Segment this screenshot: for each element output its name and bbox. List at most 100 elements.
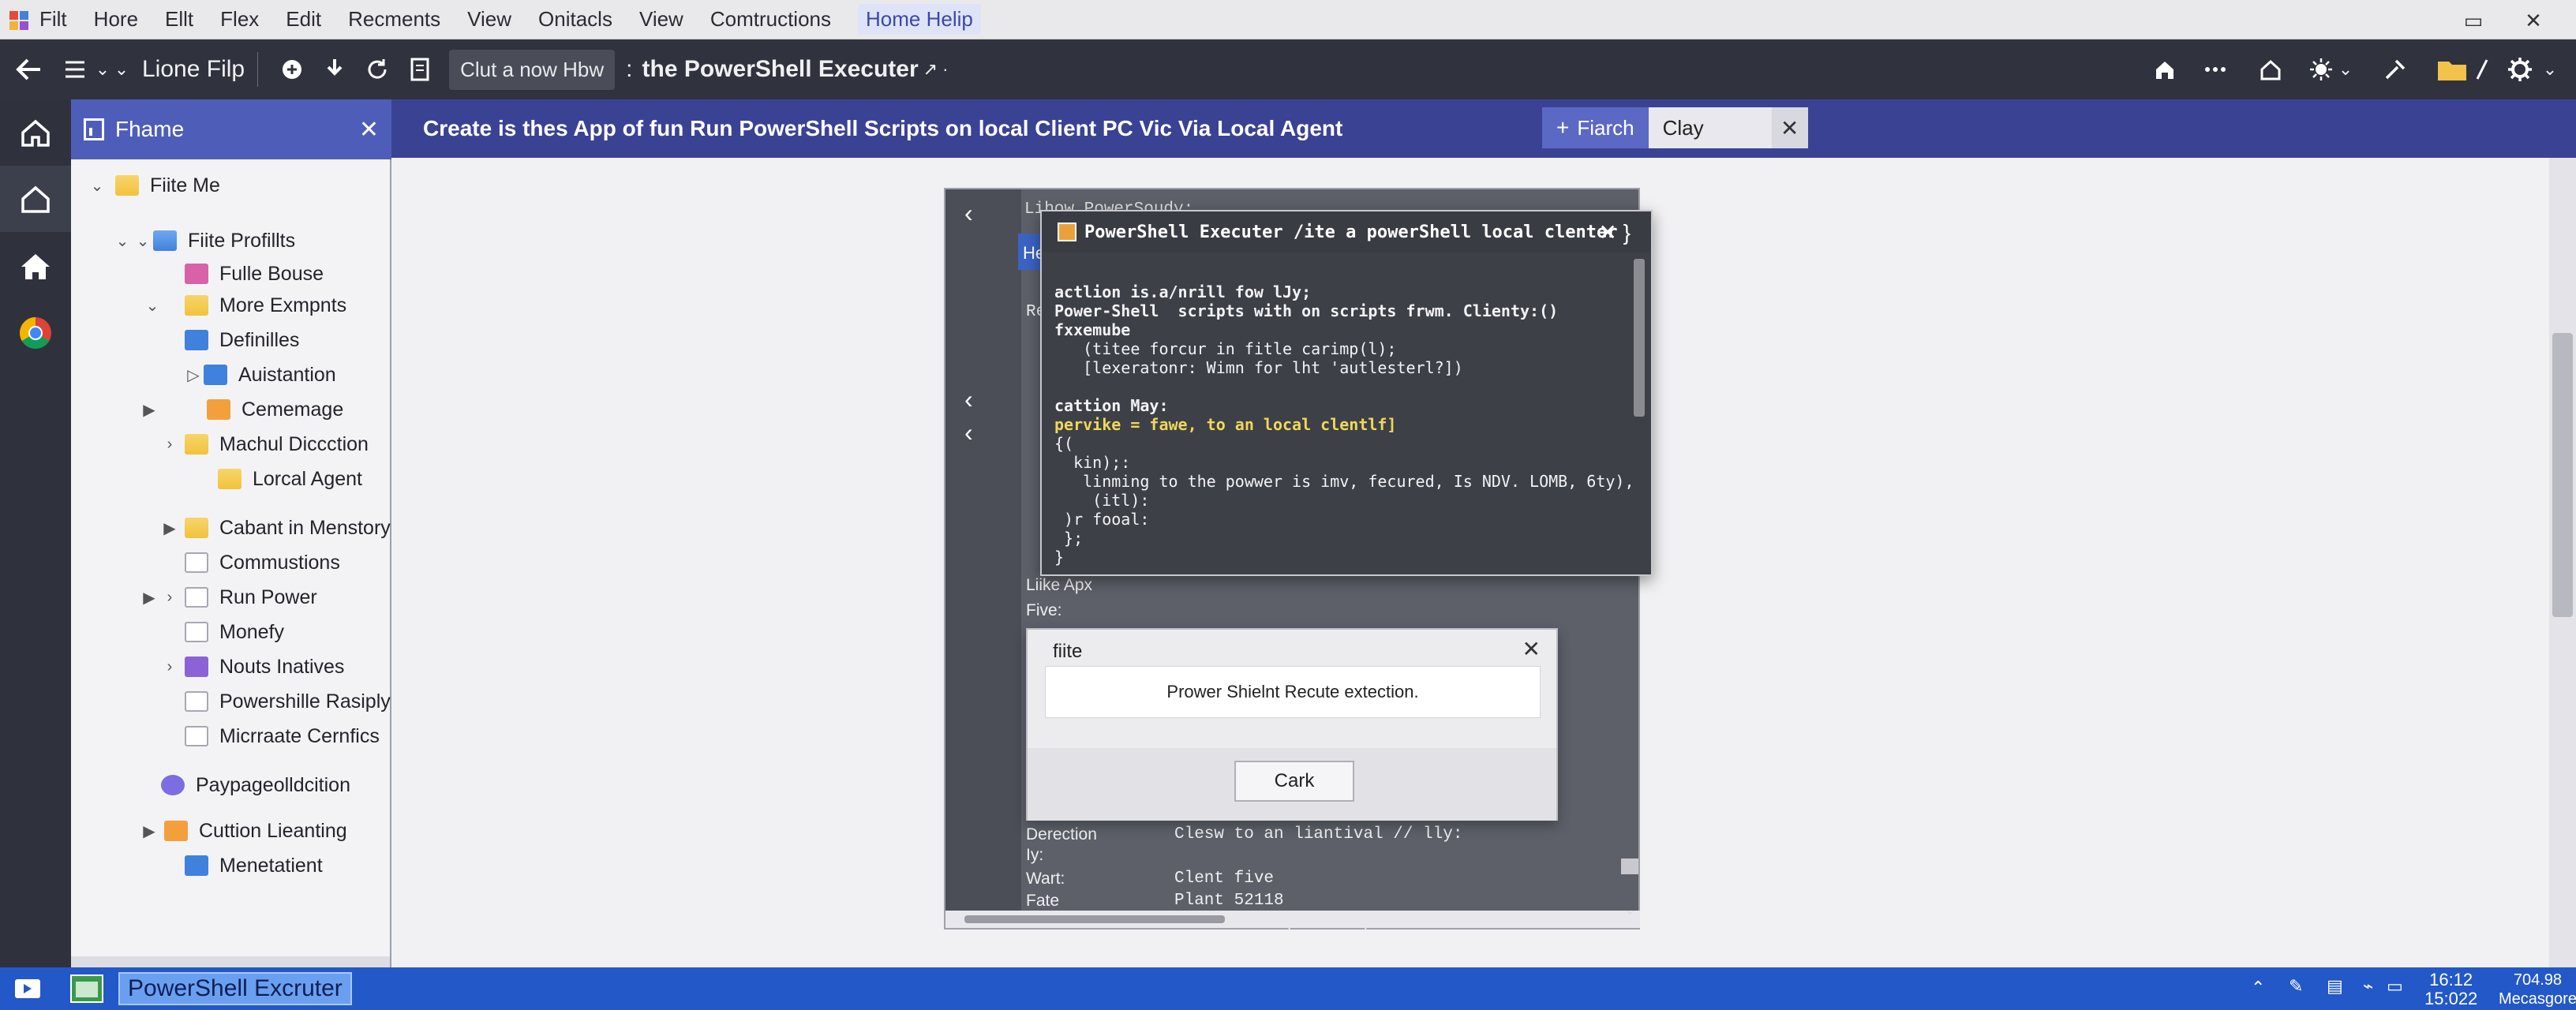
- sidebar-hscrollbar[interactable]: [71, 956, 390, 967]
- tree-item-lorcal-agent[interactable]: Lorcal Agent: [218, 462, 362, 496]
- chart-icon: [185, 855, 208, 876]
- rail-house-icon[interactable]: [0, 234, 71, 300]
- settings-circle-icon[interactable]: [271, 39, 313, 99]
- expand-arrow-icon[interactable]: ▶: [139, 400, 159, 420]
- menu-hore[interactable]: Hore: [94, 7, 138, 32]
- tray-network-icon[interactable]: ▤: [2327, 977, 2343, 996]
- gear-icon[interactable]: [2499, 39, 2541, 99]
- tree-item-label: Cabant in Menstory: [219, 516, 391, 539]
- expand-chevron-icon[interactable]: ⌄: [133, 231, 153, 251]
- menu-recments[interactable]: Recments: [348, 7, 440, 32]
- rail-home-active-icon[interactable]: [0, 166, 71, 232]
- tree-item-more-exmpnts[interactable]: ⌄ More Exmpnts: [142, 289, 347, 322]
- page-scrollbar[interactable]: ▲: [2549, 103, 2576, 967]
- tree-item-cememage[interactable]: ▶ Cememage: [139, 393, 343, 426]
- refresh-icon[interactable]: [356, 39, 399, 99]
- tree-item-auistantion[interactable]: ▷ Auistantion: [183, 358, 335, 391]
- panel-hscrollbar[interactable]: [945, 911, 1640, 928]
- tree-item-nouts-inatives[interactable]: › Nouts Inatives: [159, 650, 345, 683]
- message-dialog-button[interactable]: Cark: [1234, 761, 1354, 802]
- page-caption: Create is thes App of fun Run PowerShell…: [423, 116, 1343, 140]
- eyedropper-icon[interactable]: [2374, 39, 2417, 99]
- expand-chevron-icon[interactable]: ▷: [183, 365, 204, 385]
- tree-item-monefy[interactable]: Monefy: [185, 615, 284, 649]
- tree-item-machul-diccction[interactable]: › Machul Diccction: [159, 428, 369, 461]
- chevron-left-icon[interactable]: ‹: [964, 199, 973, 228]
- home-icon[interactable]: [2144, 39, 2186, 99]
- message-dialog-close-icon[interactable]: ✕: [1522, 636, 1541, 662]
- powershell-dialog-close-icon[interactable]: ✕ }: [1598, 219, 1631, 245]
- menu-edit[interactable]: Edit: [286, 7, 321, 32]
- tree-item-paypageolldcition[interactable]: Paypageolldcition: [161, 769, 350, 802]
- chevron-down-icon-2[interactable]: ⌄: [112, 39, 131, 99]
- expand-chevron-icon[interactable]: ⌄: [87, 176, 107, 196]
- tree-item-cabant-in-menstory[interactable]: ▶ Cabant in Menstory: [159, 511, 391, 544]
- search-clear-icon[interactable]: ✕: [1771, 107, 1808, 148]
- tree-item-fiite-me[interactable]: ⌄ Fiite Me: [87, 169, 220, 202]
- start-icon[interactable]: [0, 967, 55, 1010]
- house-outline-icon[interactable]: [2249, 39, 2292, 99]
- menu-file[interactable]: Filt: [39, 7, 67, 32]
- search-input[interactable]: [1648, 107, 1772, 148]
- tray-monitor-icon[interactable]: ▭: [2387, 977, 2403, 996]
- tree-item-label: Fiite Me: [150, 174, 220, 196]
- list-view-icon[interactable]: [57, 39, 93, 99]
- tree-item-commustions[interactable]: Commustions: [185, 546, 340, 579]
- tree-item-definilles[interactable]: Definilles: [185, 324, 299, 357]
- tray-chevron-up-icon[interactable]: ⌃: [2251, 978, 2265, 997]
- document-icon[interactable]: [399, 39, 441, 99]
- panel-vscrollbar-thumb[interactable]: [1621, 858, 1638, 874]
- menu-onitacls[interactable]: Onitacls: [538, 7, 612, 32]
- tree-item-micrraate-cernfics[interactable]: Micrraate Cernfics: [185, 720, 380, 753]
- tree-item-label: Fulle Bouse: [219, 262, 324, 285]
- powershell-script-output[interactable]: actlion is.a/nrill fow lJy; Power-Shell s…: [1054, 264, 1634, 567]
- expand-chevron-icon[interactable]: ›: [159, 436, 180, 454]
- chevron-down-icon-4[interactable]: ⌄: [2538, 39, 2562, 99]
- more-icon[interactable]: [2194, 39, 2237, 99]
- taskbar-app-icon[interactable]: [55, 967, 118, 1010]
- menu-ellt[interactable]: Ellt: [165, 7, 193, 32]
- sidebar-close-icon[interactable]: ✕: [359, 116, 379, 144]
- search-button[interactable]: + Fiarch: [1542, 107, 1649, 148]
- powershell-dialog-scrollbar[interactable]: [1634, 259, 1645, 417]
- download-icon[interactable]: [313, 39, 356, 99]
- close-window-button[interactable]: ✕: [2518, 5, 2549, 36]
- tray-pen-icon[interactable]: ✎: [2289, 977, 2303, 996]
- menu-view[interactable]: View: [467, 7, 511, 32]
- chevron-down-icon[interactable]: ⌄: [93, 39, 112, 99]
- scroll-up-icon[interactable]: ▲: [2555, 103, 2573, 123]
- chrome-icon[interactable]: [0, 300, 71, 366]
- tree-item-powershille-rasiply[interactable]: Powershille Rasiply: [185, 685, 391, 718]
- menu-comtructions[interactable]: Comtructions: [710, 7, 831, 32]
- scroll-down-icon[interactable]: ⌄: [1623, 900, 1637, 919]
- menu-home-help[interactable]: Home Helip: [858, 4, 981, 35]
- expand-chevron-icon[interactable]: ⌄: [112, 231, 133, 251]
- search-button-label: Fiarch: [1577, 115, 1634, 140]
- panel-row-value: Plant 52118: [1174, 892, 1284, 910]
- tree-item-fiite-profillts[interactable]: ⌄ ⌄ Fiite Profillts: [112, 224, 296, 257]
- expand-arrow-icon[interactable]: ▶: [139, 588, 159, 608]
- page-scrollbar-thumb[interactable]: [2552, 333, 2573, 617]
- expand-chevron-icon[interactable]: ›: [159, 589, 180, 607]
- menu-view-2[interactable]: View: [639, 7, 683, 32]
- taskbar-active-task[interactable]: PowerShell Excruter: [118, 972, 352, 1005]
- expand-chevron-icon[interactable]: ⌄: [142, 296, 163, 316]
- back-arrow-icon[interactable]: [0, 39, 57, 99]
- expand-arrow-icon[interactable]: ▶: [159, 518, 180, 538]
- restore-window-button[interactable]: ▭: [2458, 5, 2489, 36]
- menu-flex[interactable]: Flex: [220, 7, 259, 32]
- chevron-left-icon-2[interactable]: ‹: [964, 385, 973, 414]
- expand-arrow-icon[interactable]: ▶: [139, 821, 159, 841]
- rail-home-icon[interactable]: [0, 99, 71, 166]
- toolbar-chip[interactable]: Clut a now Hbw: [449, 49, 616, 90]
- chevron-down-icon-3[interactable]: ⌄: [2334, 39, 2357, 99]
- chevron-left-icon-3[interactable]: ‹: [964, 418, 973, 447]
- tray-cast-icon[interactable]: ⌁: [2363, 977, 2373, 996]
- tree-item-fulle-bouse[interactable]: Fulle Bouse: [185, 257, 324, 290]
- tree-item-cuttion-lieanting[interactable]: ▶ Cuttion Lieanting: [139, 814, 346, 847]
- expand-chevron-icon[interactable]: ›: [159, 658, 180, 676]
- folder-icon[interactable]: [2431, 39, 2473, 99]
- tree-item-run-power[interactable]: ▶ › Run Power: [139, 581, 316, 614]
- tree-item-menetatient[interactable]: Menetatient: [185, 849, 323, 882]
- tray-clock[interactable]: 16:12 15:022: [2424, 971, 2477, 1008]
